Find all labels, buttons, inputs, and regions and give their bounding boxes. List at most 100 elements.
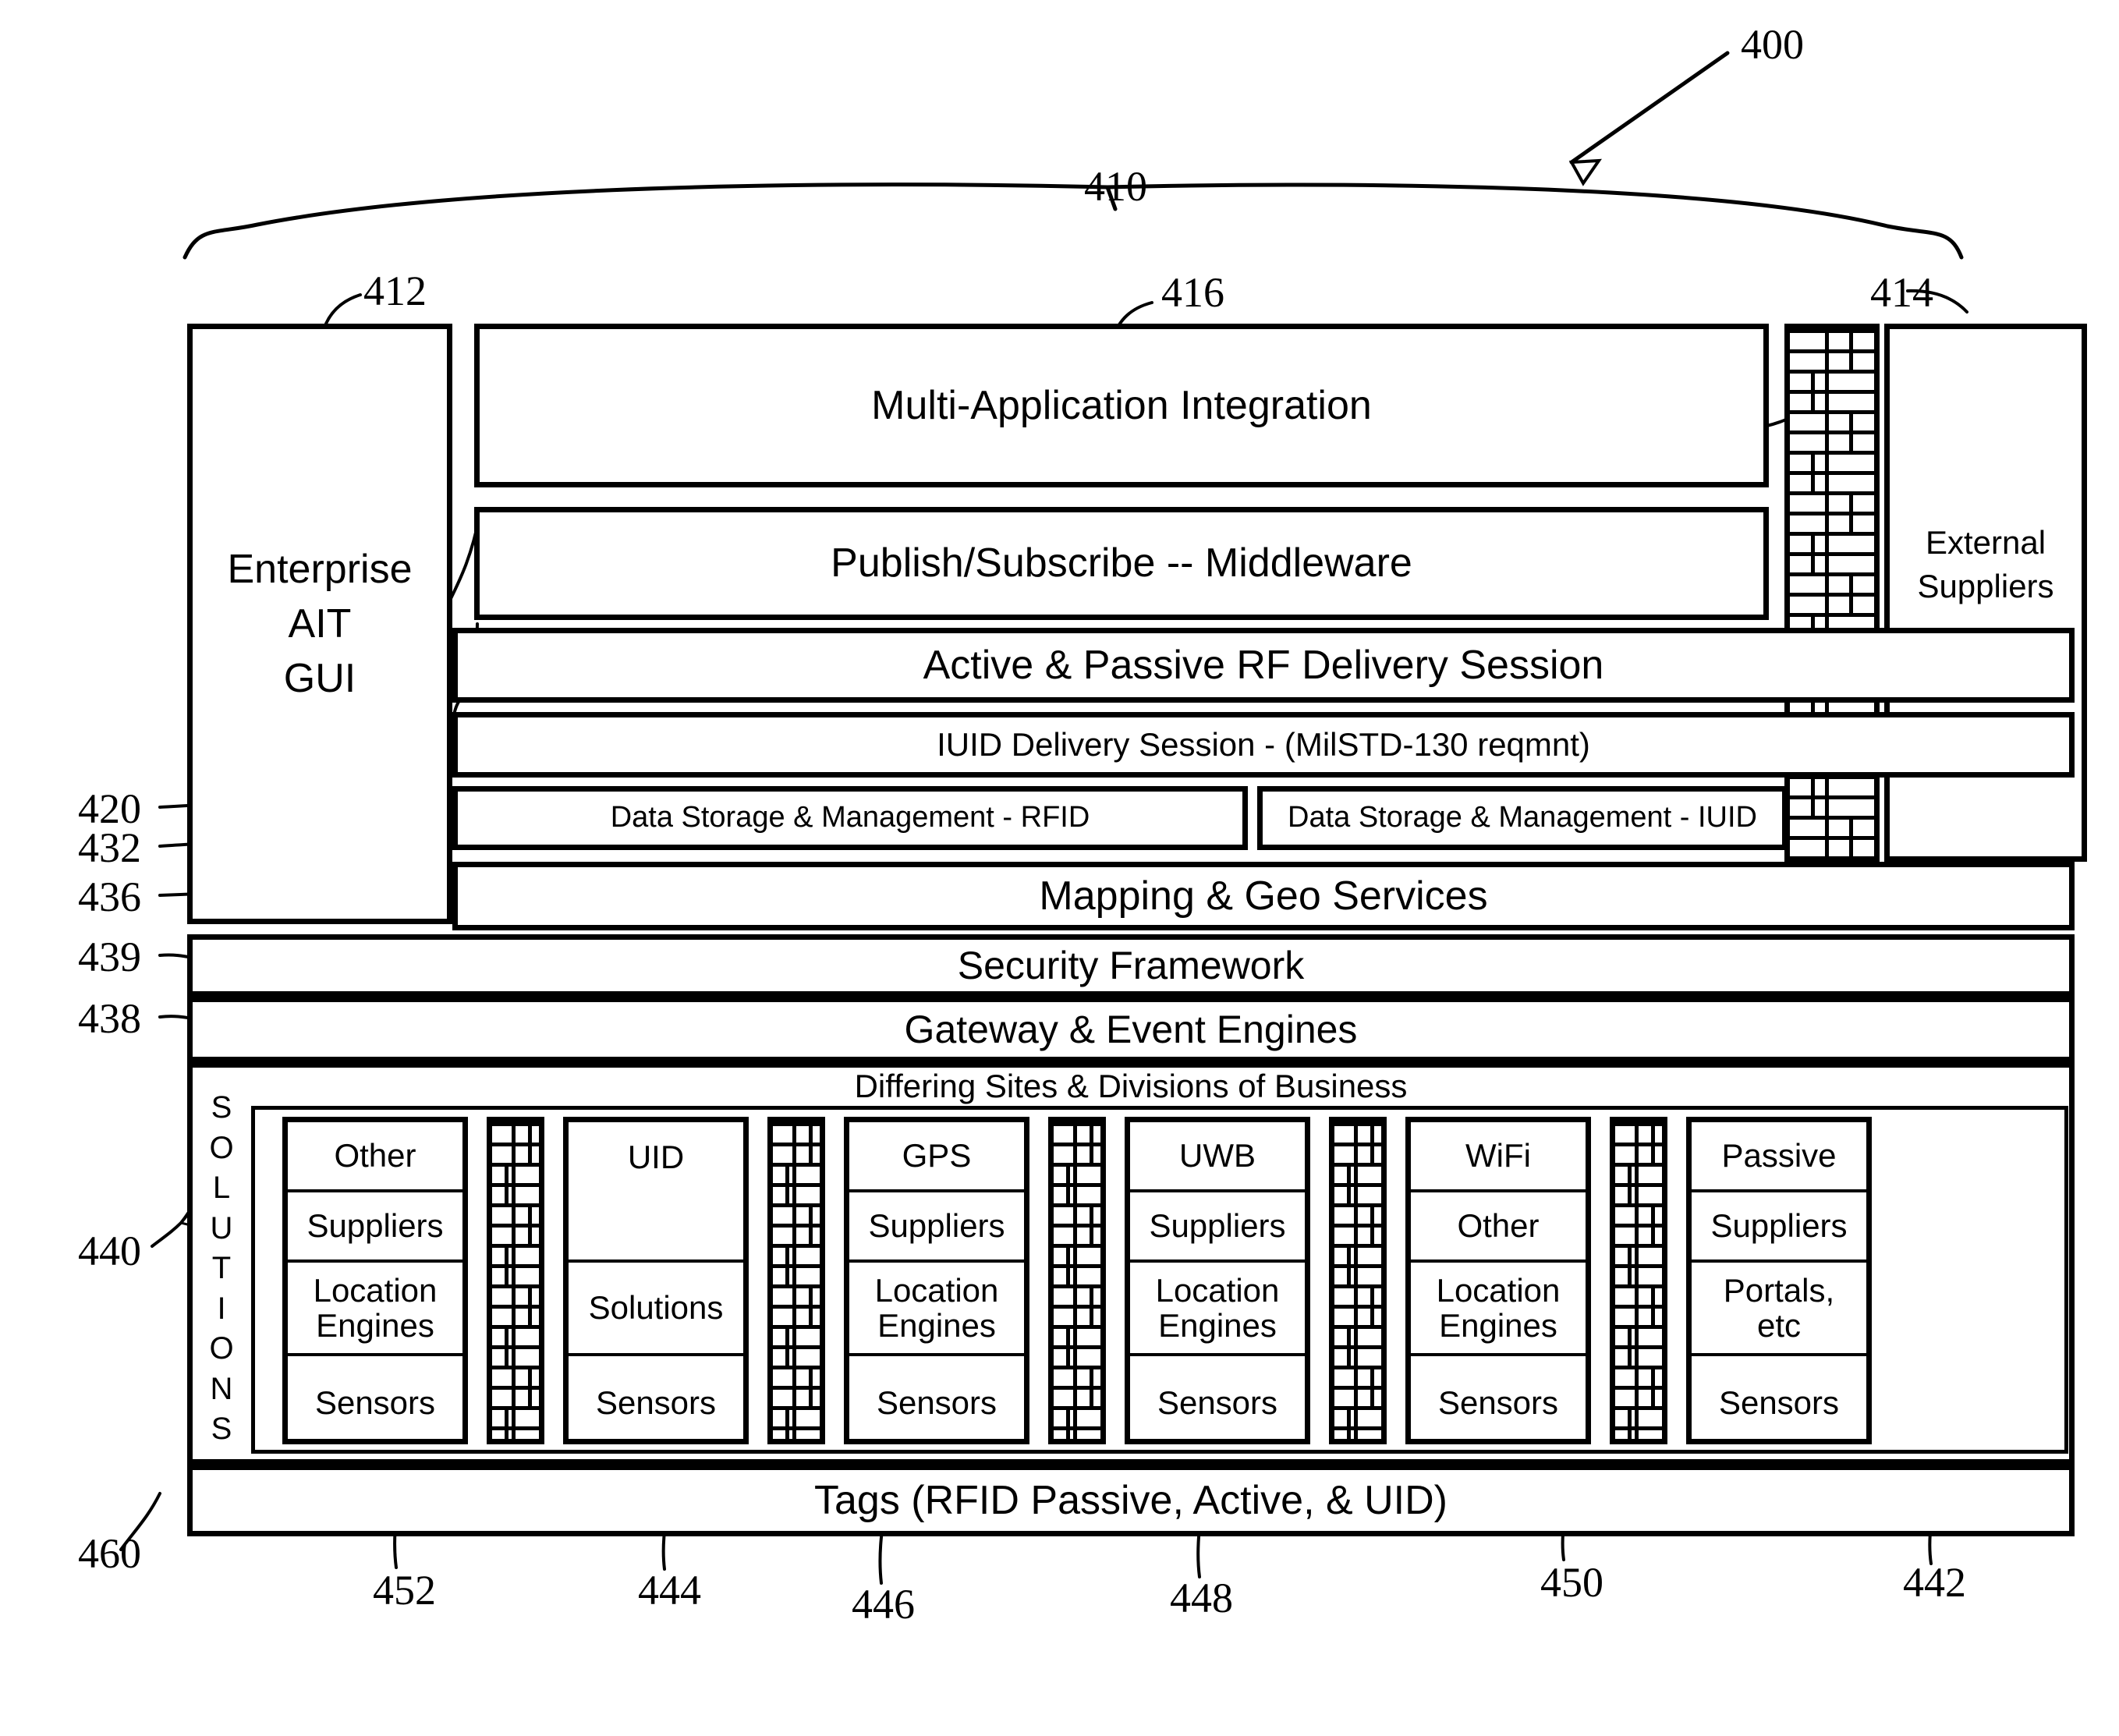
uid-column-cell-0-label: UID (627, 1139, 685, 1176)
passive-column-cell-2: Portals, etc (1692, 1263, 1866, 1356)
iuid-delivery-session-label: IUID Delivery Session - (MilSTD-130 reqm… (937, 726, 1590, 763)
brick-joint (1651, 1284, 1655, 1325)
brick-joint (1811, 856, 1815, 862)
wifi-column-cell-2-label: Location Engines (1436, 1271, 1561, 1344)
solutions-letter-3: U (210, 1210, 233, 1245)
rf-delivery-session-label: Active & Passive RF Delivery Session (923, 642, 1604, 688)
solutions-letter-5: I (217, 1291, 226, 1326)
uwb-column-cell-2-label: Location Engines (1155, 1271, 1280, 1344)
wifi-column-cell-3-label: Sensors (1437, 1384, 1559, 1422)
ref-452: 452 (373, 1567, 436, 1614)
ref-410: 410 (1084, 163, 1147, 210)
gps-column: GPS Suppliers Location Engines Sensors (844, 1117, 1029, 1444)
brick-joint (1370, 1284, 1374, 1325)
column-brick-wall-2 (1048, 1117, 1106, 1444)
column-brick-wall-1 (767, 1117, 825, 1444)
uid-column: UID Solutions Sensors (563, 1117, 749, 1444)
brick-joint (809, 1122, 813, 1163)
solutions-letter-0: S (211, 1090, 232, 1125)
other-column-cell-1: Suppliers (288, 1192, 462, 1263)
ref-436: 436 (78, 873, 141, 920)
gps-column-cell-1: Suppliers (849, 1192, 1024, 1263)
brick-joint (785, 1244, 789, 1284)
brick-joint (1066, 1325, 1070, 1366)
ref-414: 414 (1870, 269, 1933, 316)
gps-column-cell-2-label: Location Engines (874, 1271, 999, 1344)
brick-joint (809, 1284, 813, 1325)
ref-416: 416 (1161, 269, 1224, 316)
brick-joint (809, 1203, 813, 1244)
mapping-geo-services-label: Mapping & Geo Services (1039, 873, 1488, 919)
gateway-event-engines-label: Gateway & Event Engines (904, 1008, 1358, 1051)
uid-column-cell-1 (569, 1192, 743, 1263)
wifi-column-cell-1: Other (1411, 1192, 1586, 1263)
uwb-column-cell-0: UWB (1130, 1122, 1305, 1192)
data-storage-rfid-label: Data Storage & Management - RFID (610, 801, 1090, 834)
brick-joint (1370, 1366, 1374, 1406)
tags-bar-box: Tags (RFID Passive, Active, & UID) (187, 1465, 2075, 1536)
solutions-letter-6: O (209, 1331, 234, 1366)
brick-joint (809, 1366, 813, 1406)
uid-column-cell-3: Sensors (569, 1356, 743, 1450)
brick-joint (1811, 451, 1815, 491)
differing-sites-label: Differing Sites & Divisions of Business (854, 1068, 1408, 1105)
ref-439: 439 (78, 934, 141, 980)
uwb-column-cell-3-label: Sensors (1157, 1384, 1278, 1422)
ref-412: 412 (363, 267, 427, 314)
brick-joint (1849, 329, 1853, 370)
brick-joint (1628, 1244, 1632, 1284)
brick-joint (1811, 370, 1815, 410)
mapping-geo-services-box: Mapping & Geo Services (452, 862, 2075, 930)
uwb-column-cell-0-label: UWB (1179, 1137, 1256, 1174)
brick-joint (528, 1284, 532, 1325)
uwb-column-cell-2: Location Engines (1130, 1263, 1305, 1356)
solutions-letter-1: O (209, 1130, 234, 1165)
other-column-cell-2-label: Location Engines (313, 1271, 438, 1344)
security-framework-box: Security Framework (187, 934, 2075, 997)
uwb-column-cell-1-label: Suppliers (1149, 1207, 1286, 1245)
uwb-column-cell-3: Sensors (1130, 1356, 1305, 1450)
solutions-letter-8: S (211, 1412, 232, 1446)
brick-joint (505, 1163, 508, 1203)
passive-column-cell-1: Suppliers (1692, 1192, 1866, 1263)
passive-column-cell-2-label: Portals, etc (1723, 1271, 1835, 1344)
brick-joint (1849, 816, 1853, 856)
iuid-delivery-session-box: IUID Delivery Session - (MilSTD-130 reqm… (452, 712, 2075, 778)
other-column-cell-0: Other (288, 1122, 462, 1192)
brick-joint (1849, 410, 1853, 451)
patent-figure-canvas: 400 410 412 416 414 426 424 422 434 420 … (0, 0, 2119, 1736)
ref-448: 448 (1170, 1575, 1233, 1621)
publish-subscribe-middleware-label: Publish/Subscribe -- Middleware (831, 540, 1412, 586)
brick-joint (528, 1203, 532, 1244)
wifi-column-cell-3: Sensors (1411, 1356, 1586, 1450)
brick-joint (1090, 1284, 1093, 1325)
other-column: Other Suppliers Location Engines Sensors (282, 1117, 468, 1444)
gps-column-cell-1-label: Suppliers (868, 1207, 1005, 1245)
uid-column-cell-0: UID (569, 1122, 743, 1192)
brick-joint (1090, 1366, 1093, 1406)
brick-joint (505, 1325, 508, 1366)
brick-joint (505, 1406, 508, 1439)
brick-joint (1628, 1163, 1632, 1203)
uid-column-cell-2-label: Solutions (588, 1289, 724, 1327)
enterprise-ait-gui-panel: Enterprise AIT GUI (187, 324, 452, 924)
gps-column-cell-2: Location Engines (849, 1263, 1024, 1356)
brick-joint (1066, 1163, 1070, 1203)
brick-joint (1811, 532, 1815, 572)
ref-450: 450 (1540, 1559, 1603, 1606)
ref-420: 420 (78, 785, 141, 832)
data-storage-iuid-box: Data Storage & Management - IUID (1257, 786, 1788, 850)
brick-joint (1811, 775, 1815, 816)
data-storage-iuid-label: Data Storage & Management - IUID (1288, 801, 1757, 834)
wifi-column-cell-2: Location Engines (1411, 1263, 1586, 1356)
solutions-vertical-label: SOLUTIONS (193, 1092, 250, 1444)
column-brick-wall-3 (1329, 1117, 1387, 1444)
gateway-event-engines-box: Gateway & Event Engines (187, 997, 2075, 1062)
brick-joint (1347, 1325, 1351, 1366)
multi-application-integration-label: Multi-Application Integration (871, 382, 1372, 428)
brick-joint (1347, 1163, 1351, 1203)
brick-joint (1066, 1406, 1070, 1439)
other-column-cell-1-label: Suppliers (307, 1207, 444, 1245)
brick-joint (1090, 1122, 1093, 1163)
ref-440: 440 (78, 1228, 141, 1274)
